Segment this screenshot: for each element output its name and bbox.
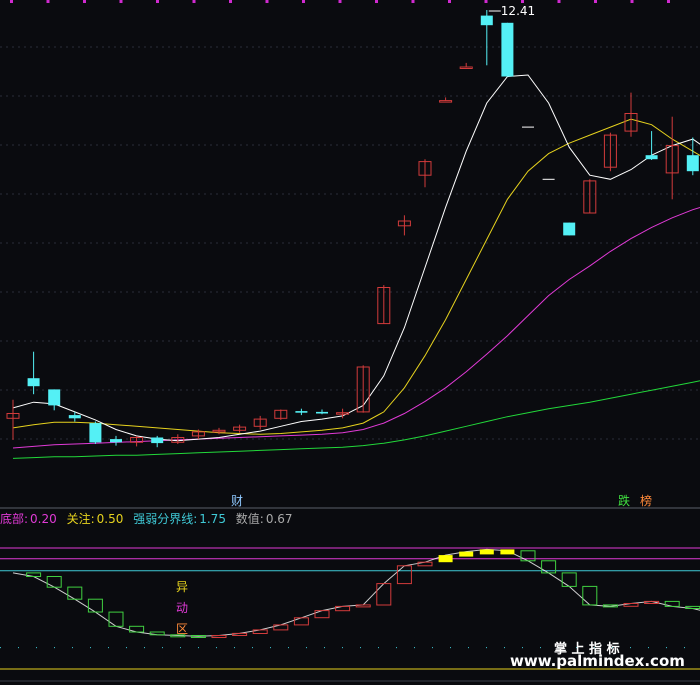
top-tick	[338, 0, 342, 3]
oscillator-bar-down	[561, 572, 577, 587]
bottom-value: 0.20	[30, 512, 57, 526]
oscillator-bar-down	[149, 631, 165, 636]
candle-body-down	[68, 415, 81, 419]
top-tick	[119, 0, 123, 3]
candle-body-down	[501, 22, 514, 77]
event-tag-right-2: 榜	[640, 494, 653, 508]
oscillator-bar-hot	[438, 555, 453, 563]
chart-stage: 12.41 财 跌 榜 底部: 0.20 关注: 0.50 强弱分界线: 1.75 数…	[0, 0, 700, 685]
candle-body-down	[89, 423, 102, 443]
oscillator-bar-up	[211, 635, 227, 638]
ma60-line	[12, 380, 700, 459]
top-tick	[83, 0, 86, 3]
top-tick	[521, 0, 524, 3]
top-tick	[484, 0, 488, 3]
top-tick	[667, 0, 670, 3]
top-tick	[229, 0, 232, 3]
ma10-line	[12, 118, 700, 435]
top-tick	[302, 0, 305, 3]
zone-char-3: 区	[176, 622, 189, 636]
oscillator-bar-down	[87, 598, 103, 613]
oscillator-bar-down	[108, 611, 124, 627]
oscillator-bar-up	[396, 565, 412, 585]
candle-body-up	[439, 100, 453, 103]
ma5-line	[12, 74, 700, 442]
high-price-label: 12.41	[500, 4, 536, 18]
candle-body-down	[686, 155, 699, 172]
top-tick	[375, 0, 378, 3]
price-and-indicator-chart	[0, 0, 700, 682]
candle-body-down	[645, 155, 658, 160]
candle-body-down	[48, 389, 61, 406]
candle-body-down	[480, 15, 493, 26]
zone-char-2: 动	[176, 601, 189, 615]
watermark-url: www.palmindex.com	[510, 652, 685, 670]
top-tick	[557, 0, 561, 3]
top-tick	[594, 0, 597, 3]
candle-body-down	[151, 437, 164, 444]
top-tick	[46, 0, 50, 3]
candle-body-down	[563, 222, 576, 236]
oscillator-bar-down	[685, 605, 700, 610]
zone-char-1: 异	[176, 580, 189, 594]
oscillator-bar-up	[623, 603, 639, 607]
candle-body-down	[27, 378, 40, 387]
oscillator-bar-up	[355, 604, 371, 608]
candle-body-down	[295, 411, 308, 413]
oscillator-bar-down	[46, 576, 62, 588]
candle-body-down	[316, 411, 328, 414]
oscillator-bar-down	[582, 585, 598, 606]
top-tick	[448, 0, 451, 3]
oscillator-bar-up	[232, 632, 248, 637]
focus-value: 0.50	[96, 512, 124, 526]
candle-body-up	[459, 66, 473, 69]
top-tick	[192, 0, 196, 3]
value-label: 数值:	[235, 512, 264, 526]
oscillator-bar-down	[520, 550, 536, 562]
bottom-label: 底部:	[0, 512, 29, 526]
oscillator-bar-hot	[459, 551, 474, 557]
top-tick	[630, 0, 634, 3]
divider-label: 强弱分界线:	[133, 512, 198, 526]
indicator-legend: 底部: 0.20 关注: 0.50 强弱分界线: 1.75 数值: 0.67	[0, 510, 295, 527]
ma20-line	[12, 206, 700, 449]
candle-body-down	[110, 439, 122, 443]
oscillator-bar-up	[314, 610, 330, 619]
top-tick	[156, 0, 159, 3]
focus-label: 关注:	[66, 512, 95, 526]
oscillator-bar-hot	[500, 549, 515, 555]
top-tick	[10, 0, 13, 3]
event-tag-right-1: 跌	[618, 494, 631, 508]
oscillator-bar-up	[293, 617, 309, 626]
value-value: 0.67	[265, 512, 293, 526]
divider-value: 1.75	[199, 512, 226, 526]
oscillator-bar-down	[67, 586, 83, 600]
oscillator-bar-hot	[479, 549, 494, 555]
top-tick	[265, 0, 269, 3]
top-tick	[411, 0, 415, 3]
oscillator-bar-up	[376, 583, 392, 606]
event-tag-left: 财	[231, 494, 244, 508]
